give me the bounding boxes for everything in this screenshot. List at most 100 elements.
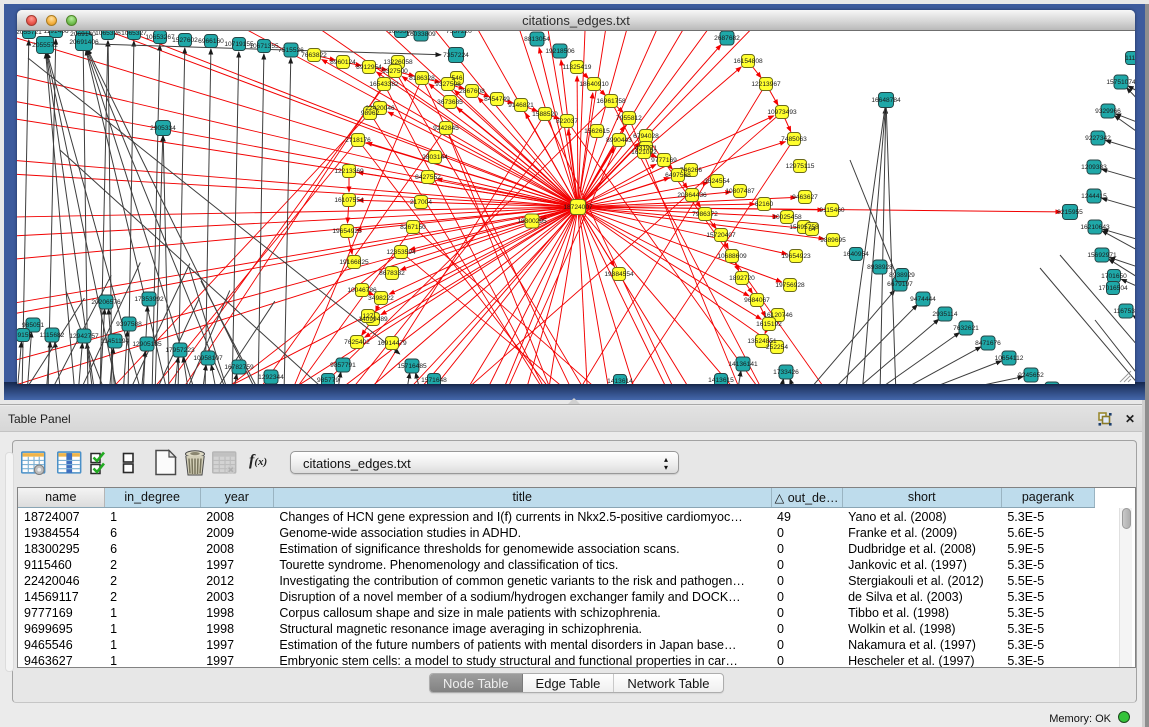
svg-text:10025458: 10025458 bbox=[772, 214, 802, 221]
svg-text:18300295: 18300295 bbox=[517, 218, 547, 225]
svg-text:16782759: 16782759 bbox=[224, 364, 254, 371]
svg-text:1209383: 1209383 bbox=[1081, 164, 1107, 171]
svg-text:17016504: 17016504 bbox=[1098, 285, 1128, 292]
svg-text:10671355: 10671355 bbox=[249, 43, 279, 50]
svg-text:7663822: 7663822 bbox=[301, 52, 327, 59]
svg-text:17957223: 17957223 bbox=[165, 347, 195, 354]
svg-text:8215955: 8215955 bbox=[1057, 209, 1083, 216]
svg-text:7357220: 7357220 bbox=[446, 31, 472, 35]
svg-text:8813054: 8813054 bbox=[524, 36, 550, 43]
svg-text:1413614: 1413614 bbox=[607, 378, 633, 384]
svg-text:9329966: 9329966 bbox=[1095, 108, 1121, 115]
svg-text:1892720: 1892720 bbox=[729, 275, 755, 282]
svg-text:252254: 252254 bbox=[766, 344, 788, 351]
svg-text:20691406: 20691406 bbox=[69, 39, 99, 46]
svg-text:10958107: 10958107 bbox=[193, 355, 223, 362]
svg-text:64: 64 bbox=[808, 226, 816, 233]
svg-text:98962: 98962 bbox=[361, 110, 380, 117]
svg-text:3673685: 3673685 bbox=[437, 99, 463, 106]
svg-text:1640954: 1640954 bbox=[843, 251, 869, 258]
svg-text:12942757: 12942757 bbox=[69, 333, 99, 340]
svg-text:7625402: 7625402 bbox=[344, 339, 370, 346]
svg-text:1701650: 1701650 bbox=[1101, 273, 1127, 280]
svg-text:1562615: 1562615 bbox=[584, 128, 610, 135]
svg-text:2718176: 2718176 bbox=[345, 137, 371, 144]
svg-text:12213967: 12213967 bbox=[751, 81, 781, 88]
svg-text:9242845: 9242845 bbox=[433, 125, 459, 132]
svg-text:1167533: 1167533 bbox=[1113, 308, 1135, 315]
svg-text:10973493: 10973493 bbox=[767, 109, 797, 116]
svg-text:2803144: 2803144 bbox=[422, 154, 448, 161]
svg-text:2867608: 2867608 bbox=[459, 88, 485, 95]
svg-text:9463627: 9463627 bbox=[792, 194, 818, 201]
svg-text:3498222: 3498222 bbox=[368, 295, 394, 302]
svg-text:16210643: 16210643 bbox=[1080, 224, 1110, 231]
svg-text:16120746: 16120746 bbox=[763, 312, 793, 319]
svg-text:8471676: 8471676 bbox=[975, 340, 1001, 347]
svg-text:2069140: 2069140 bbox=[70, 31, 96, 38]
svg-text:2687682: 2687682 bbox=[714, 35, 740, 42]
svg-text:1571648: 1571648 bbox=[421, 377, 447, 384]
svg-text:17353992: 17353992 bbox=[134, 296, 164, 303]
svg-text:10654112: 10654112 bbox=[995, 355, 1024, 362]
svg-text:7632621: 7632621 bbox=[953, 325, 979, 332]
svg-text:3624554: 3624554 bbox=[704, 178, 730, 185]
svg-text:8454749: 8454749 bbox=[484, 96, 510, 103]
svg-text:985051: 985051 bbox=[22, 322, 44, 329]
svg-text:19654925: 19654925 bbox=[332, 228, 362, 235]
svg-text:9889695: 9889695 bbox=[820, 237, 846, 244]
svg-text:9245652: 9245652 bbox=[1018, 372, 1044, 379]
svg-text:15751074: 15751074 bbox=[1106, 79, 1135, 86]
svg-text:18724007: 18724007 bbox=[563, 204, 593, 211]
svg-text:19384554: 19384554 bbox=[604, 271, 634, 278]
svg-text:1117: 1117 bbox=[1125, 55, 1135, 62]
svg-text:19654923: 19654923 bbox=[781, 253, 811, 260]
svg-text:9474444: 9474444 bbox=[910, 296, 936, 303]
svg-text:19166825: 19166825 bbox=[339, 259, 369, 266]
svg-text:10653267: 10653267 bbox=[145, 34, 175, 41]
svg-text:1115682: 1115682 bbox=[40, 332, 65, 339]
svg-text:16033809: 16033809 bbox=[406, 31, 436, 38]
svg-text:7357224: 7357224 bbox=[443, 52, 469, 59]
svg-text:8938929: 8938929 bbox=[889, 272, 915, 279]
svg-text:15716485: 15716485 bbox=[397, 363, 427, 370]
svg-text:10688609: 10688609 bbox=[717, 253, 747, 260]
svg-text:9397588: 9397588 bbox=[116, 321, 142, 328]
svg-text:15720407: 15720407 bbox=[706, 232, 736, 239]
svg-text:12213369: 12213369 bbox=[334, 168, 364, 175]
svg-text:19756928: 19756928 bbox=[775, 282, 805, 289]
svg-text:8186328: 8186328 bbox=[409, 75, 435, 82]
svg-text:9857791: 9857791 bbox=[330, 362, 356, 369]
svg-text:6497568: 6497568 bbox=[665, 172, 691, 179]
svg-text:8912954: 8912954 bbox=[356, 64, 382, 71]
svg-text:9684067: 9684067 bbox=[744, 297, 770, 304]
svg-text:7955812: 7955812 bbox=[616, 115, 642, 122]
svg-text:18640910: 18640910 bbox=[579, 81, 609, 88]
svg-text:8427552: 8427552 bbox=[415, 174, 441, 181]
svg-text:7485063: 7485063 bbox=[781, 136, 807, 143]
svg-text:1733426: 1733426 bbox=[773, 369, 799, 376]
svg-text:1413615: 1413615 bbox=[708, 377, 734, 384]
svg-text:1191406: 1191406 bbox=[43, 31, 69, 35]
svg-text:16914479: 16914479 bbox=[377, 340, 407, 347]
svg-text:7986372: 7986372 bbox=[692, 211, 718, 218]
svg-text:9327508: 9327508 bbox=[435, 81, 461, 88]
svg-text:2055572: 2055572 bbox=[32, 42, 58, 49]
svg-text:10046786: 10046786 bbox=[347, 287, 377, 294]
svg-text:9146821: 9146821 bbox=[508, 102, 534, 109]
svg-text:6679197: 6679197 bbox=[887, 281, 913, 288]
svg-text:8990443: 8990443 bbox=[606, 137, 632, 144]
svg-text:10807487: 10807487 bbox=[725, 188, 755, 195]
svg-text:9777169: 9777169 bbox=[651, 157, 677, 164]
svg-text:822037: 822037 bbox=[556, 118, 578, 125]
svg-text:8267150: 8267150 bbox=[400, 224, 426, 231]
svg-text:16543382: 16543382 bbox=[369, 81, 399, 88]
svg-text:1244415: 1244415 bbox=[1081, 193, 1107, 200]
svg-text:20206576: 20206576 bbox=[91, 299, 121, 306]
svg-text:8938928: 8938928 bbox=[867, 264, 893, 271]
svg-text:9227342: 9227342 bbox=[1085, 135, 1111, 142]
svg-text:2055721: 2055721 bbox=[17, 31, 42, 36]
svg-text:15692971: 15692971 bbox=[1087, 252, 1117, 259]
svg-text:1527602: 1527602 bbox=[172, 37, 198, 44]
svg-text:1065327: 1065327 bbox=[121, 31, 147, 37]
